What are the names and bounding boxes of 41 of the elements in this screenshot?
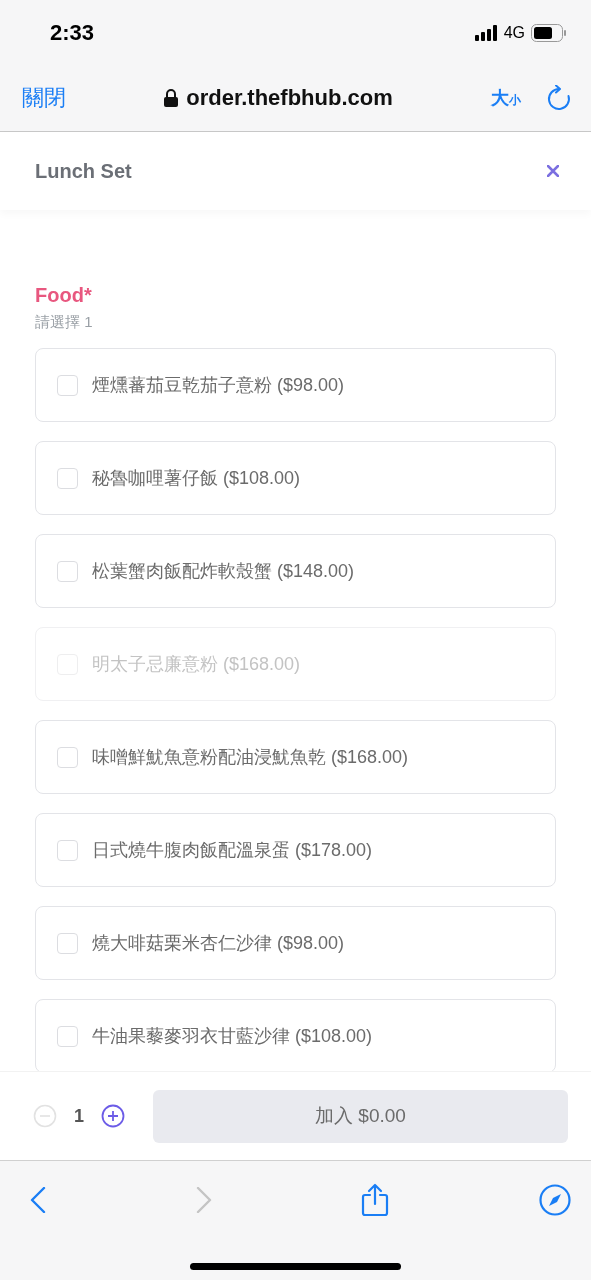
option-card[interactable]: 松葉蟹肉飯配炸軟殼蟹 ($148.00)	[35, 534, 556, 608]
option-label: 松葉蟹肉飯配炸軟殼蟹 ($148.00)	[92, 560, 355, 583]
close-link[interactable]: 關閉	[22, 83, 66, 113]
reload-icon[interactable]	[547, 85, 571, 111]
add-to-cart-button[interactable]: 加入 $0.00	[153, 1089, 568, 1143]
selection-hint: 請選擇 1	[35, 313, 93, 332]
option-label: 牛油果藜麥羽衣甘藍沙律 ($108.00)	[92, 1025, 373, 1048]
option-card[interactable]: 煙燻蕃茄豆乾茄子意粉 ($98.00)	[35, 348, 556, 422]
url-text[interactable]: order.thefbhub.com	[186, 85, 393, 111]
lock-icon	[164, 89, 179, 107]
checkbox[interactable]	[57, 560, 78, 582]
checkbox[interactable]	[57, 1025, 78, 1047]
option-label: 秘魯咖哩薯仔飯 ($108.00)	[92, 467, 301, 490]
option-label: 日式燒牛腹肉飯配溫泉蛋 ($178.00)	[92, 839, 373, 862]
clock-time: 2:33	[50, 19, 95, 46]
option-label: 味噌鮮魷魚意粉配油浸魷魚乾 ($168.00)	[92, 746, 409, 769]
text-size-button[interactable]: 大小	[491, 86, 521, 110]
checkbox[interactable]	[57, 932, 78, 954]
checkbox[interactable]	[57, 467, 78, 489]
option-card[interactable]: 日式燒牛腹肉飯配溫泉蛋 ($178.00)	[35, 813, 556, 887]
option-card[interactable]: 味噌鮮魷魚意粉配油浸魷魚乾 ($168.00)	[35, 720, 556, 794]
close-button[interactable]	[547, 165, 559, 177]
checkbox[interactable]	[57, 746, 78, 768]
increase-button[interactable]	[101, 1104, 125, 1128]
option-card[interactable]: 燒大啡菇栗米杏仁沙律 ($98.00)	[35, 906, 556, 980]
checkbox[interactable]	[57, 839, 78, 861]
section-title: Food*	[35, 284, 92, 307]
option-label: 煙燻蕃茄豆乾茄子意粉 ($98.00)	[92, 374, 345, 397]
share-button[interactable]	[361, 1183, 390, 1217]
option-label: 燒大啡菇栗米杏仁沙律 ($98.00)	[92, 932, 345, 955]
modal-title: Lunch Set	[35, 159, 132, 183]
compass-icon[interactable]	[538, 1184, 571, 1216]
option-card[interactable]: 秘魯咖哩薯仔飯 ($108.00)	[35, 441, 556, 515]
battery-icon	[531, 23, 567, 42]
signal-icon	[474, 24, 498, 41]
quantity-value: 1	[73, 1105, 85, 1127]
option-label: 明太子忌廉意粉 ($168.00)	[92, 653, 301, 676]
back-button[interactable]	[30, 1187, 46, 1213]
network-label: 4G	[503, 23, 525, 42]
checkbox[interactable]	[57, 374, 78, 396]
option-card[interactable]: 牛油果藜麥羽衣甘藍沙律 ($108.00)	[35, 999, 556, 1071]
